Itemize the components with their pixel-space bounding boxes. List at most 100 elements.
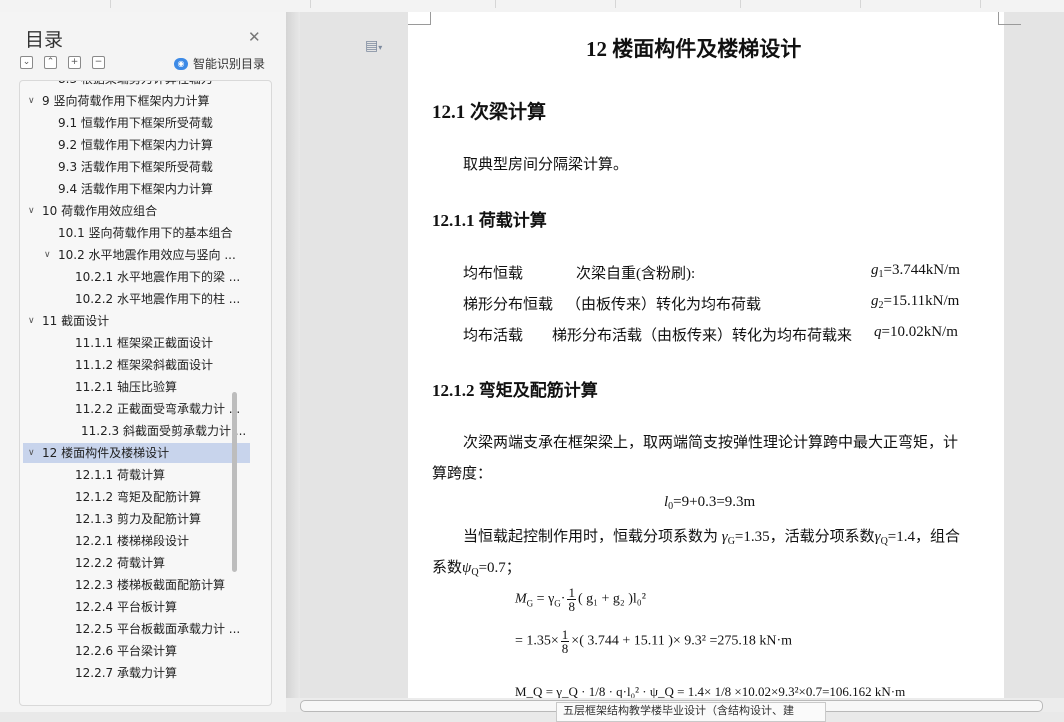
toc-item[interactable]: ∨ 10 荷载作用效应组合 <box>20 201 250 221</box>
document-icon[interactable]: ▤▾ <box>365 38 382 54</box>
toc-item-label: 12.2.6 平台梁计算 <box>75 644 177 658</box>
paragraph-span-line2: 算跨度： <box>432 466 493 482</box>
close-icon[interactable]: ✕ <box>248 28 261 46</box>
chevron-down-icon[interactable]: ∨ <box>28 443 35 463</box>
toc-item-label: 12.1.1 荷载计算 <box>75 468 165 482</box>
toc-item-label: 9.2 恒载作用下框架内力计算 <box>58 138 213 152</box>
smart-toc-button[interactable]: ◉ 智能识别目录 <box>174 55 265 72</box>
coef-text: 当恒载起控制作用时，恒载分项系数为 <box>463 529 722 545</box>
gamma-g-value: =1.35，活载分项系数 <box>734 529 875 545</box>
toc-item-label: 12.2.3 楼梯板截面配筋计算 <box>75 578 225 592</box>
toc-item[interactable]: 12.1.3 剪力及配筋计算 <box>20 509 250 529</box>
toc-item[interactable]: 10.2.1 水平地震作用下的梁 ... <box>20 267 250 287</box>
toc-item[interactable]: 12.2.5 平台板截面承载力计 ... <box>20 619 250 639</box>
equation-mg-line2: = 1.35× 1 8 ×( 3.744 + 15.11 )× 9.3² =275.1… <box>515 628 792 655</box>
toc-item[interactable]: 12.2.2 荷载计算 <box>20 553 250 573</box>
document-tooltip: 五层框架结构教学楼毕业设计（含结构设计、建 <box>556 702 826 722</box>
load-row-3-value: q=10.02kN/m <box>874 324 958 341</box>
load-row-3-label: 均布活载 <box>463 328 524 344</box>
load-row-1-desc: 次梁自重(含粉刷): <box>576 266 696 282</box>
symbol: M <box>515 591 527 607</box>
heading-12-1-2: 12.1.2 弯矩及配筋计算 <box>432 381 598 400</box>
chevron-down-icon[interactable]: ∨ <box>28 201 35 221</box>
toc-item[interactable]: 11.1.2 框架梁斜截面设计 <box>20 355 250 375</box>
chevron-down-icon[interactable]: ∨ <box>28 91 35 111</box>
toc-item-label: 10.2.1 水平地震作用下的梁 ... <box>75 270 241 284</box>
toc-item-label: 11.1.2 框架梁斜截面设计 <box>75 358 213 372</box>
panel-divider[interactable] <box>286 12 300 712</box>
toc-item-label: 10 荷载作用效应组合 <box>42 204 158 218</box>
load-row-3-desc: 梯形分布活载（由板传来）转化为均布荷载来 <box>552 328 853 344</box>
chevron-down-icon[interactable]: ∨ <box>44 245 51 265</box>
toc-item-label: 9.1 恒载作用下框架所受荷载 <box>58 116 213 130</box>
toc-item[interactable]: 12.1.2 弯矩及配筋计算 <box>20 487 250 507</box>
toc-item[interactable]: ∨ 11 截面设计 <box>20 311 250 331</box>
subscript: G <box>554 598 561 609</box>
top-toolbar-strip <box>0 0 1064 12</box>
equation-part: = 1.35× <box>515 633 559 649</box>
chapter-title: 12 楼面构件及楼梯设计 <box>586 37 802 61</box>
paragraph-span-line1: 次梁两端支承在框架梁上，取两端简支按弹性理论计算跨中最大正弯矩，计 <box>463 435 959 451</box>
fraction-numerator: 1 <box>560 627 570 642</box>
toc-item[interactable]: 12.2.1 楼梯梯段设计 <box>20 531 250 551</box>
psi-symbol: ψ <box>462 560 472 576</box>
toc-item-label: 9.4 活载作用下框架内力计算 <box>58 182 213 196</box>
load-row-2-label: 梯形分布恒载 <box>463 297 554 313</box>
toc-item-label: 9 竖向荷载作用下框架内力计算 <box>42 94 210 108</box>
toc-item[interactable]: 12.2.6 平台梁计算 <box>20 641 250 661</box>
toc-item[interactable]: 10.2.2 水平地震作用下的柱 ... <box>20 289 250 309</box>
toc-item-label: 12.1.2 弯矩及配筋计算 <box>75 490 201 504</box>
toc-item[interactable]: 9.4 活载作用下框架内力计算 <box>20 179 250 199</box>
toc-item[interactable]: 9.3 活载作用下框架所受荷载 <box>20 157 250 177</box>
toc-item[interactable]: 11.2.3 斜截面受剪承载力计 ... <box>20 421 250 441</box>
equation-mg-line1: MG = γG· 1 8( g₁ + g₂ )l₀² <box>515 585 646 614</box>
toc-item[interactable]: 12.2.4 平台板计算 <box>20 597 250 617</box>
toc-item[interactable]: 12.2.3 楼梯板截面配筋计算 <box>20 575 250 595</box>
toc-item[interactable]: 9.2 恒载作用下框架内力计算 <box>20 135 250 155</box>
toc-item-label: 12.2.4 平台板计算 <box>75 600 177 614</box>
toc-item-label: 11.2.1 轴压比验算 <box>75 380 177 394</box>
toc-item-label: 8.3 根据梁端剪力计算柱轴力 <box>58 81 213 89</box>
toc-item[interactable]: 8.3 根据梁端剪力计算柱轴力 <box>20 81 250 89</box>
toc-item[interactable]: 10.1 竖向荷载作用下的基本组合 <box>20 223 250 243</box>
expand-plus-icon[interactable]: + <box>68 56 81 69</box>
heading-12-1-1: 12.1.1 荷载计算 <box>432 211 547 230</box>
toc-item[interactable]: 9.1 恒载作用下框架所受荷载 <box>20 113 250 133</box>
toc-item[interactable]: 12.1.1 荷载计算 <box>20 465 250 485</box>
toc-item-label: 11.2.3 斜截面受剪承载力计 ... <box>81 424 247 438</box>
toc-item[interactable]: ∨ 12 楼面构件及楼梯设计 <box>23 443 250 463</box>
psi-subscript: Q <box>471 567 479 578</box>
toc-item-label: 12.2.7 承载力计算 <box>75 666 177 680</box>
value-text: =15.11kN/m <box>883 293 960 309</box>
gamma-q-value: =1.4，组合 <box>887 529 961 545</box>
gamma-g-subscript: G <box>727 536 735 547</box>
toc-scrollbar[interactable] <box>232 392 237 572</box>
toc-item-label: 11.2.2 正截面受弯承载力计 ... <box>75 402 241 416</box>
toc-item[interactable]: 11.2.1 轴压比验算 <box>20 377 250 397</box>
symbol: q <box>874 324 882 340</box>
toc-item[interactable]: 11.2.2 正截面受弯承载力计 ... <box>20 399 250 419</box>
equation-rhs: =9+0.3=9.3m <box>673 494 756 510</box>
toc-item-label: 12.2.5 平台板截面承载力计 ... <box>75 622 241 636</box>
gamma-q-subscript: Q <box>880 536 888 547</box>
smart-toc-label: 智能识别目录 <box>193 57 266 71</box>
value-text: =3.744kN/m <box>883 262 960 278</box>
equation-part: ×( 3.744 + 15.11 )× 9.3² =275.18 kN·m <box>571 633 793 649</box>
toc-item[interactable]: ∨ 9 竖向荷载作用下框架内力计算 <box>20 91 250 111</box>
paragraph-coef-line2: 系数ψQ=0.7； <box>432 556 521 578</box>
toc-item-label: 10.2 水平地震作用效应与竖向 ... <box>58 248 236 262</box>
toc-item[interactable]: ∨ 10.2 水平地震作用效应与竖向 ... <box>20 245 250 265</box>
toc-item-label: 12 楼面构件及楼梯设计 <box>42 446 170 460</box>
toc-item[interactable]: 11.1.1 框架梁正截面设计 <box>20 333 250 353</box>
toc-item-label: 10.1 竖向荷载作用下的基本组合 <box>58 226 233 240</box>
toc-item-label: 11 截面设计 <box>42 314 110 328</box>
toc-item[interactable]: 12.2.7 承载力计算 <box>20 663 250 683</box>
load-row-2-value: g2=15.11kN/m <box>871 293 959 311</box>
fraction-denominator: 8 <box>568 599 575 614</box>
expand-up-icon[interactable]: ⌃ <box>44 56 57 69</box>
chevron-down-icon[interactable]: ∨ <box>28 311 35 331</box>
collapse-minus-icon[interactable]: − <box>92 56 105 69</box>
collapse-all-icon[interactable]: ⌄ <box>20 56 33 69</box>
subscript: G <box>526 598 534 609</box>
paragraph-coef-line1: 当恒载起控制作用时，恒载分项系数为 γG=1.35，活载分项系数γQ=1.4，组… <box>463 525 960 547</box>
